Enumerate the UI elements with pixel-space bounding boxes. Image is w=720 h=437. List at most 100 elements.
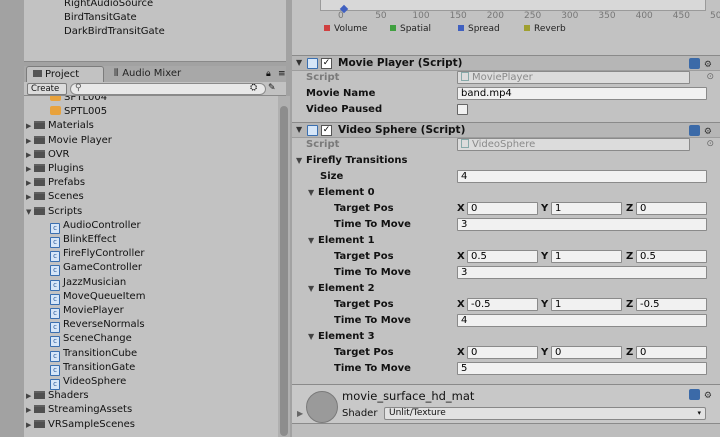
script-item[interactable]: c ReverseNormals xyxy=(50,318,145,334)
object-picker-icon[interactable]: ⊙ xyxy=(706,139,714,149)
folder-item[interactable]: ▶ Shaders xyxy=(26,389,89,403)
gear-icon[interactable]: ⚙ xyxy=(704,391,712,401)
movie-player-header[interactable]: ▼ ✓ Movie Player (Script) ⚙ xyxy=(292,55,720,71)
folder-item[interactable]: ▼ Scripts xyxy=(26,205,82,219)
gear-icon[interactable]: ⚙ xyxy=(704,60,712,70)
gear-icon[interactable]: ⚙ xyxy=(704,127,712,137)
script-item[interactable]: c GameController xyxy=(50,261,142,277)
target-pos-x-field[interactable]: 0 xyxy=(467,202,538,215)
legend-swatch xyxy=(458,25,464,31)
object-picker-icon[interactable]: ⊙ xyxy=(706,72,714,82)
firefly-transitions-foldout[interactable]: ▼ Firefly Transitions xyxy=(296,155,407,166)
folder-item[interactable]: ▶ Scenes xyxy=(26,190,84,204)
script-item[interactable]: c AudioController xyxy=(50,219,141,234)
target-pos-z-field[interactable]: -0.5 xyxy=(636,298,707,311)
target-pos-y-field[interactable]: 1 xyxy=(551,202,622,215)
legend-label: Spread xyxy=(468,24,500,34)
audio-item[interactable]: SPTL005 xyxy=(50,105,107,119)
fold-arrow-icon[interactable]: ▼ xyxy=(296,58,302,67)
lock-icon[interactable]: 🔒︎ xyxy=(260,66,271,82)
target-pos-x-field[interactable]: -0.5 xyxy=(467,298,538,311)
target-pos-x-field[interactable]: 0.5 xyxy=(467,250,538,263)
help-book-icon[interactable] xyxy=(688,125,700,136)
item-label: GameController xyxy=(63,262,142,274)
movie-name-field[interactable]: band.mp4 xyxy=(457,87,707,100)
target-pos-z-field[interactable]: 0 xyxy=(636,346,707,359)
legend-swatch xyxy=(324,25,330,31)
audio-item[interactable]: SPTL004 xyxy=(50,96,107,105)
expand-right-icon[interactable]: ▶ xyxy=(26,176,34,190)
script-value: MoviePlayer xyxy=(472,72,533,83)
size-field[interactable]: 4 xyxy=(457,170,707,183)
script-item[interactable]: c MoviePlayer xyxy=(50,304,124,319)
folder-item[interactable]: ▶ Movie Player xyxy=(26,134,112,148)
help-book-icon[interactable] xyxy=(688,389,700,400)
expand-right-icon[interactable]: ▶ xyxy=(26,119,34,133)
fold-arrow-icon[interactable]: ▶ xyxy=(297,409,303,418)
hierarchy-item[interactable]: DarkBirdTransitGate xyxy=(64,26,165,37)
expand-right-icon[interactable]: ▶ xyxy=(26,190,34,204)
filter-label-icon[interactable]: ✎ xyxy=(268,83,280,95)
target-pos-y-field[interactable]: 1 xyxy=(551,250,622,263)
element-foldout[interactable]: ▼ Element 0 xyxy=(308,187,375,198)
expand-right-icon[interactable]: ▶ xyxy=(26,418,34,432)
expand-right-icon[interactable]: ▶ xyxy=(26,148,34,162)
fold-arrow-icon: ▼ xyxy=(296,156,303,165)
create-button[interactable]: Create ▾ xyxy=(27,83,67,104)
tab-project[interactable]: Project xyxy=(26,66,104,82)
expand-right-icon[interactable]: ▶ xyxy=(26,162,34,176)
script-item[interactable]: c TransitionCube xyxy=(50,347,137,362)
target-pos-z-field[interactable]: 0 xyxy=(636,202,707,215)
folder-item[interactable]: ▶ Plugins xyxy=(26,162,84,176)
video-sphere-header[interactable]: ▼ ✓ Video Sphere (Script) ⚙ xyxy=(292,122,720,138)
target-pos-x-field[interactable]: 0 xyxy=(467,346,538,359)
fold-arrow-icon: ▼ xyxy=(308,188,315,197)
expand-down-icon[interactable]: ▼ xyxy=(26,205,34,219)
time-to-move-field[interactable]: 3 xyxy=(457,218,707,231)
panel-menu-icon[interactable]: ≡ xyxy=(272,66,286,82)
folder-item[interactable]: ▶ OVR xyxy=(26,148,69,162)
script-field[interactable]: VideoSphere xyxy=(457,138,690,151)
expand-right-icon[interactable]: ▶ xyxy=(26,389,34,403)
target-pos-y-field[interactable]: 1 xyxy=(551,298,622,311)
element-foldout[interactable]: ▼ Element 1 xyxy=(308,235,375,246)
script-item[interactable]: c JazzMusician xyxy=(50,276,126,291)
script-field[interactable]: MoviePlayer xyxy=(457,71,690,84)
enabled-checkbox[interactable]: ✓ xyxy=(321,125,332,136)
folder-item[interactable]: ▶ StreamingAssets xyxy=(26,403,132,417)
hierarchy-item[interactable]: BirdTansitGate xyxy=(64,12,137,23)
shader-dropdown[interactable]: Unlit/Texture ▾ xyxy=(384,407,706,420)
element-label: Element 0 xyxy=(318,187,375,198)
script-item[interactable]: c VideoSphere xyxy=(50,375,126,390)
script-item[interactable]: c BlinkEffect xyxy=(50,233,116,248)
time-to-move-field[interactable]: 3 xyxy=(457,266,707,279)
expand-right-icon[interactable]: ▶ xyxy=(26,134,34,148)
folder-item[interactable]: ▶ Materials xyxy=(26,119,94,133)
tab-audio-mixer[interactable]: ⫴ Audio Mixer xyxy=(108,66,208,82)
script-item[interactable]: c MoveQueueItem xyxy=(50,290,145,305)
time-to-move-field[interactable]: 5 xyxy=(457,362,707,375)
folder-item[interactable]: ▶ VRSampleScenes xyxy=(26,418,135,432)
element-foldout[interactable]: ▼ Element 3 xyxy=(308,331,375,342)
enabled-checkbox[interactable]: ✓ xyxy=(321,58,332,69)
project-scrollbar[interactable] xyxy=(278,96,290,437)
script-item[interactable]: c SceneChange xyxy=(50,332,132,348)
scrollbar-thumb[interactable] xyxy=(280,106,288,436)
target-pos-z-field[interactable]: 0.5 xyxy=(636,250,707,263)
expand-right-icon[interactable]: ▶ xyxy=(26,403,34,417)
filter-type-icon[interactable]: ⛭ xyxy=(250,83,262,95)
folder-icon xyxy=(34,206,45,215)
video-paused-checkbox[interactable] xyxy=(457,104,468,115)
hierarchy-item[interactable]: RightAudioSource xyxy=(64,0,153,9)
fold-arrow-icon[interactable]: ▼ xyxy=(296,125,302,134)
element-foldout[interactable]: ▼ Element 2 xyxy=(308,283,375,294)
script-item[interactable]: c TransitionGate xyxy=(50,361,135,376)
time-to-move-field[interactable]: 4 xyxy=(457,314,707,327)
folder-item[interactable]: ▶ Prefabs xyxy=(26,176,85,190)
audio-rolloff-chart: 0 50 100 150 200 250 300 350 400 450 500 Volume Spa… xyxy=(292,0,720,48)
time-to-move-label: Time To Move xyxy=(334,267,411,278)
help-book-icon[interactable] xyxy=(688,58,700,69)
search-input[interactable]: ⚲ xyxy=(70,83,266,95)
target-pos-y-field[interactable]: 0 xyxy=(551,346,622,359)
script-item[interactable]: c FireFlyController xyxy=(50,247,144,263)
